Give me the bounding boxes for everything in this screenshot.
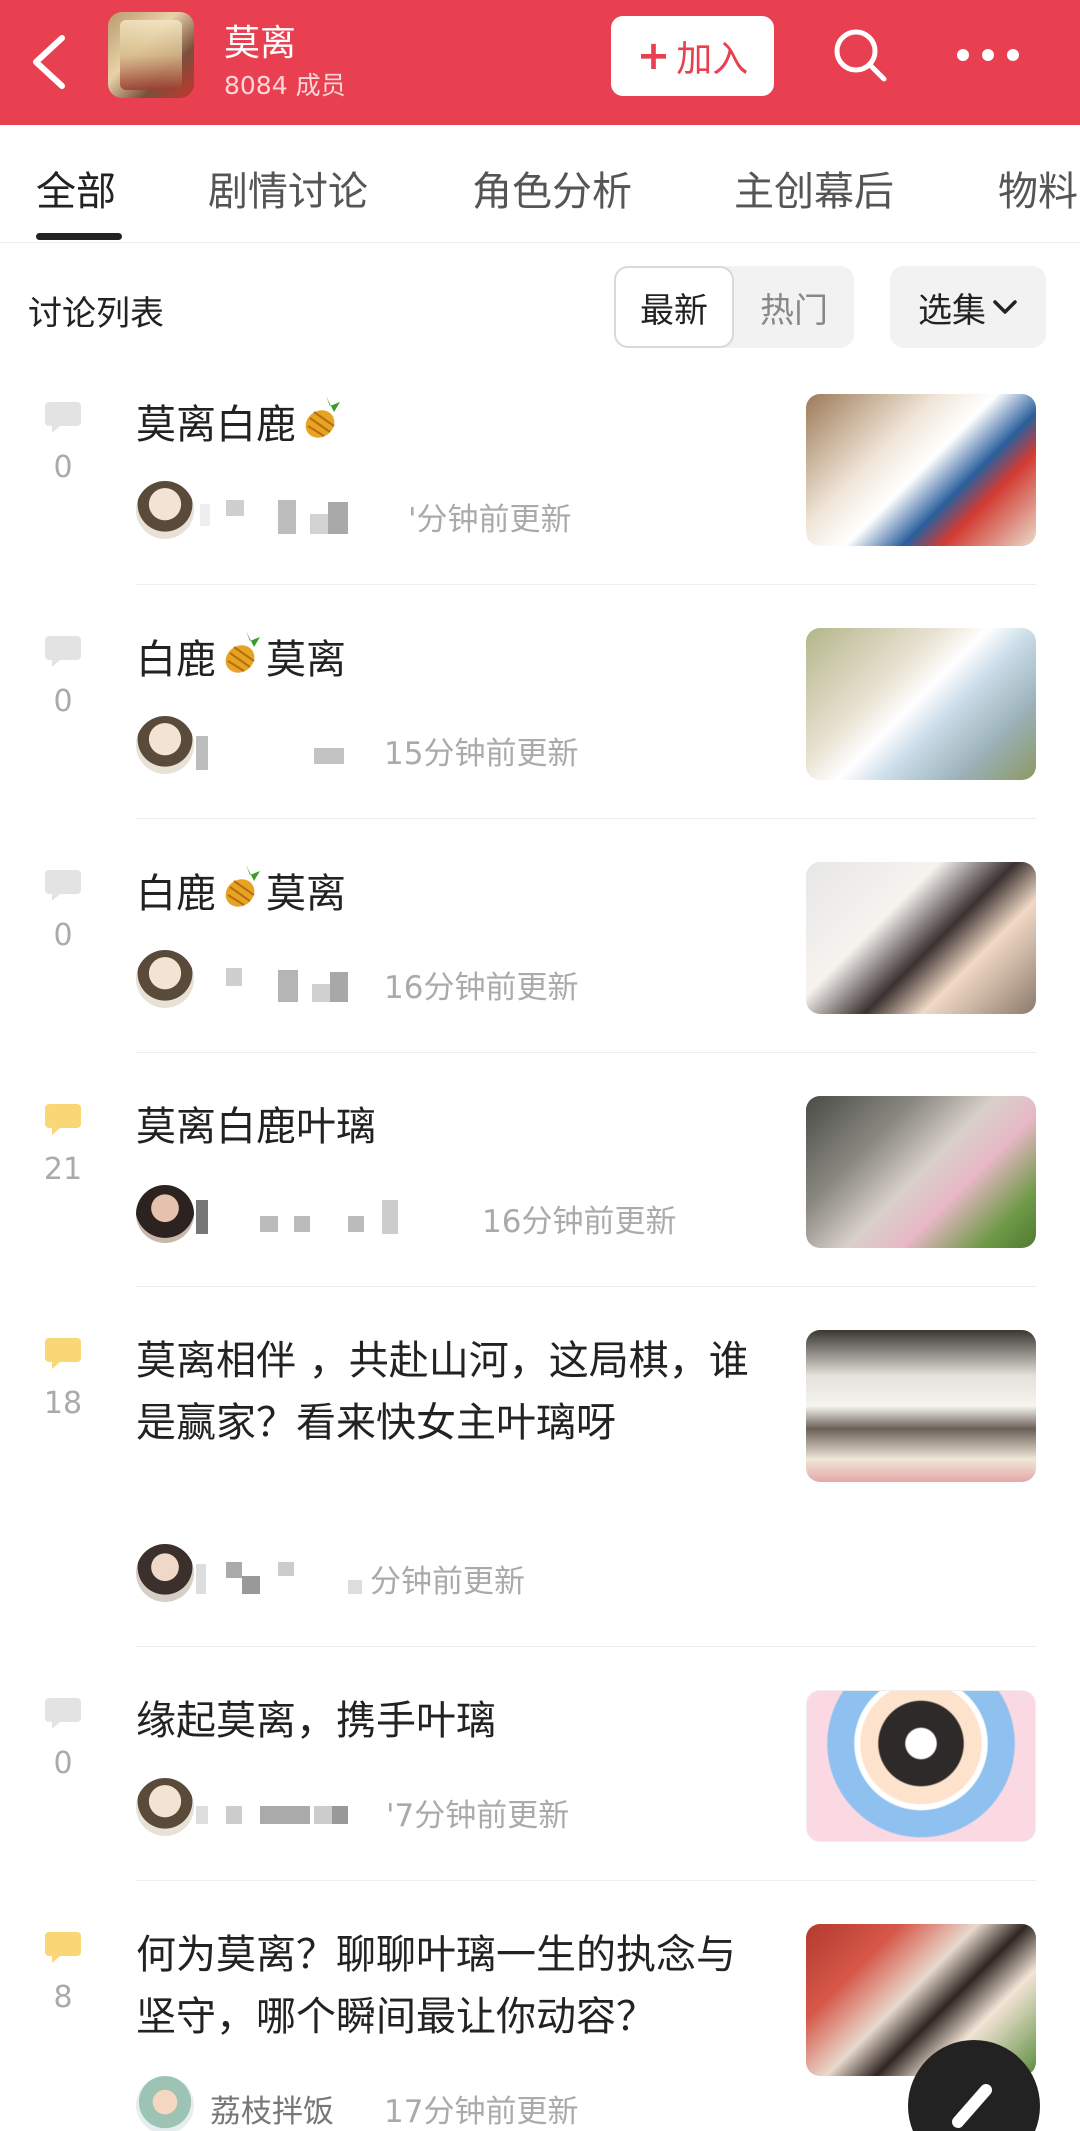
blurred-author-name [196,1798,356,1828]
comment-icon [45,636,81,667]
tab-behind-scenes[interactable]: 主创幕后 [734,159,894,217]
comment-icon [45,870,81,901]
author-avatar[interactable] [136,481,194,539]
active-tab-indicator [36,233,122,240]
comment-count: 21 [43,1152,83,1187]
group-header: 莫离 8084 成员 + 加入 [0,0,1080,125]
author-avatar[interactable] [136,1544,194,1602]
comment-count: 8 [53,1980,73,2015]
update-time: '7分钟前更新 [386,1798,570,1834]
tab-character-analysis[interactable]: 角色分析 [472,159,632,217]
join-button[interactable]: + 加入 [611,16,774,96]
author-avatar[interactable] [136,1185,194,1243]
episode-select-button[interactable]: 选集 [890,266,1046,348]
item-title[interactable]: 何为莫离？聊聊叶璃一生的执念与坚守，哪个瞬间最让你动容？ [136,1924,766,2048]
divider [136,584,1036,585]
search-icon[interactable] [830,25,890,85]
divider [136,1286,1036,1287]
item-thumbnail[interactable] [806,394,1036,546]
group-name: 莫离 [224,23,297,64]
blurred-author-name [200,968,350,1002]
item-title[interactable]: 莫离相伴 ，共赴山河，这局棋，谁是赢家？看来快女主叶璃呀 [136,1330,766,1454]
update-time: 16分钟前更新 [384,970,579,1006]
comment-icon [45,1698,81,1729]
blurred-author-name [196,1562,376,1594]
comment-icon [45,1932,81,1963]
item-thumbnail[interactable] [806,862,1036,1014]
item-thumbnail[interactable] [806,1690,1036,1842]
category-tabs: 全部 剧情讨论 角色分析 主创幕后 物料 [0,125,1080,243]
tab-plot-discussion[interactable]: 剧情讨论 [208,159,368,217]
more-icon[interactable] [955,40,1021,70]
back-arrow-icon[interactable] [22,22,82,102]
pineapple-emoji-icon [225,631,260,673]
item-thumbnail[interactable] [806,628,1036,780]
tab-materials[interactable]: 物料 [998,159,1078,217]
divider [136,818,1036,819]
comment-icon [45,402,81,433]
update-time: 15分钟前更新 [384,736,579,772]
item-title[interactable]: 白鹿 莫离 [136,861,756,925]
plus-icon: + [636,33,671,79]
comment-count: 0 [53,450,73,485]
divider [136,1880,1036,1881]
group-avatar[interactable] [108,12,194,98]
member-count: 8084 成员 [224,71,346,100]
item-title[interactable]: 莫离白鹿 [136,392,756,456]
episode-label: 选集 [918,290,986,331]
item-title[interactable]: 缘起莫离，携手叶璃 [136,1690,756,1752]
update-time: '分钟前更新 [408,502,572,538]
list-title: 讨论列表 [28,294,164,334]
comment-count: 18 [43,1386,83,1421]
pencil-icon [952,2084,992,2128]
comment-count: 0 [53,918,73,953]
item-title[interactable]: 白鹿 莫离 [136,627,756,691]
author-avatar[interactable] [136,716,194,774]
update-time: 17分钟前更新 [384,2094,579,2130]
chevron-down-icon [993,300,1017,314]
comment-icon [45,1338,81,1369]
item-title[interactable]: 莫离白鹿叶璃 [136,1096,756,1158]
blurred-author-name [196,1200,426,1234]
divider [136,1646,1036,1647]
divider [136,1052,1036,1053]
author-avatar[interactable] [136,950,194,1008]
blurred-author-name [200,500,350,534]
tab-all[interactable]: 全部 [36,159,116,217]
sort-hot-button[interactable]: 热门 [734,266,854,348]
author-avatar[interactable] [136,2076,194,2131]
sort-toggle: 最新 热门 [614,266,854,348]
comment-count: 0 [53,684,73,719]
pineapple-emoji-icon [305,396,340,438]
item-thumbnail[interactable] [806,1330,1036,1482]
item-thumbnail[interactable] [806,1096,1036,1248]
comment-count: 0 [53,1746,73,1781]
update-time: 分钟前更新 [370,1564,525,1600]
compose-button[interactable] [908,2040,1040,2131]
comment-icon [45,1104,81,1135]
sort-latest-button[interactable]: 最新 [614,266,734,348]
author-name[interactable]: 荔枝拌饭 [210,2086,334,2131]
blurred-author-name [196,736,346,770]
pineapple-emoji-icon [225,865,260,907]
join-label: 加入 [676,39,749,80]
author-avatar[interactable] [136,1778,194,1836]
update-time: 16分钟前更新 [482,1204,677,1240]
